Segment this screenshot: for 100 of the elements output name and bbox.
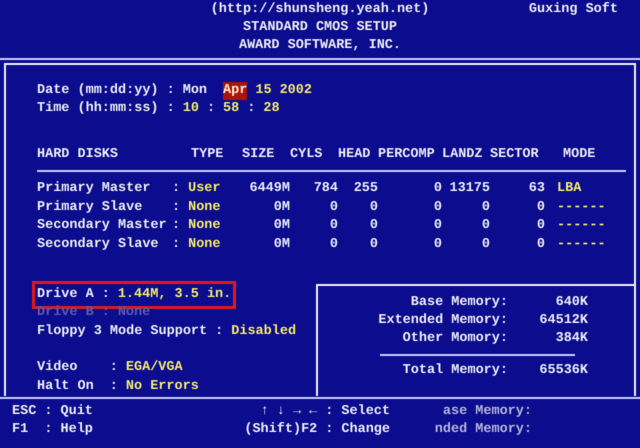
key-name: ↑ ↓ → ← bbox=[260, 403, 318, 421]
time-separator: : bbox=[247, 100, 256, 118]
date-field[interactable]: 15 bbox=[255, 82, 272, 100]
memory-label: Extended Memory: bbox=[378, 312, 508, 328]
setting-label: Drive B bbox=[37, 304, 94, 322]
ghost-text: ase Memory: bbox=[442, 403, 532, 421]
table-cell: 0M bbox=[274, 236, 290, 252]
setting-label: Video bbox=[37, 359, 79, 377]
disk-mode: ------ bbox=[557, 218, 606, 233]
setting-value[interactable]: No Errors bbox=[126, 378, 199, 396]
setting-label: Halt On bbox=[37, 378, 95, 396]
disk-type[interactable]: None bbox=[188, 217, 221, 236]
time-label: Time (hh:mm:ss) : bbox=[37, 100, 175, 118]
table-cell: 63 bbox=[528, 181, 545, 196]
column-header: PERCOMP bbox=[378, 147, 435, 162]
table-cell: 13175 bbox=[449, 181, 490, 196]
key-name: F1 bbox=[12, 421, 30, 439]
colon-text: : bbox=[172, 198, 180, 216]
disk-mode: LBA bbox=[557, 181, 582, 196]
table-cell: 0 bbox=[536, 200, 545, 214]
table-cell: 784 bbox=[314, 181, 338, 196]
table-cell: 0 bbox=[482, 200, 490, 214]
disk-type[interactable]: None bbox=[188, 236, 221, 254]
column-header: HARD DISKS bbox=[37, 147, 118, 162]
colon-text: : bbox=[102, 286, 110, 304]
date-field[interactable]: Apr bbox=[223, 82, 248, 100]
setting-value[interactable]: EGA/VGA bbox=[126, 359, 183, 378]
memory-label: Other Momory: bbox=[402, 330, 508, 346]
column-header: TYPE bbox=[190, 147, 224, 162]
disk-name: Secondary Slave bbox=[37, 236, 159, 252]
colon-text: : bbox=[110, 359, 118, 377]
colon-text: : bbox=[44, 421, 52, 439]
memory-label: Total Memory: bbox=[402, 362, 508, 378]
colon-text: : bbox=[102, 304, 110, 322]
table-cell: 0 bbox=[330, 200, 338, 214]
table-cell: 0 bbox=[434, 218, 442, 233]
setting-value[interactable]: 1.44M, 3.5 in. bbox=[118, 286, 232, 304]
screen-title: STANDARD CMOS SETUP bbox=[242, 19, 398, 37]
date-label: Date (mm:dd:yy) : bbox=[37, 82, 175, 100]
column-header: LANDZ bbox=[442, 147, 483, 162]
colon-text: : bbox=[325, 421, 334, 439]
disk-mode: ------ bbox=[557, 200, 606, 214]
date-field[interactable]: 2002 bbox=[280, 82, 312, 100]
disk-type[interactable]: User bbox=[188, 180, 221, 198]
time-field[interactable]: 58 bbox=[223, 100, 240, 118]
table-cell: 0 bbox=[434, 200, 442, 214]
column-header: MODE bbox=[562, 147, 596, 162]
disk-name: Secondary Master bbox=[37, 218, 167, 233]
colon-text: : bbox=[325, 403, 334, 421]
ghost-text: nded Memory: bbox=[434, 421, 532, 439]
table-cell: 0 bbox=[370, 236, 378, 252]
disk-name: Primary Slave bbox=[37, 200, 142, 214]
column-header: SIZE bbox=[242, 147, 274, 162]
setting-value[interactable]: Disabled bbox=[231, 322, 296, 341]
disk-mode: ------ bbox=[557, 236, 606, 252]
table-cell: 0 bbox=[330, 236, 338, 252]
table-cell: 0 bbox=[434, 236, 442, 252]
company-name: AWARD SOFTWARE, INC. bbox=[238, 37, 402, 55]
time-field[interactable]: 10 bbox=[182, 100, 199, 118]
memory-value: 65536K bbox=[539, 362, 588, 378]
colon-text: : bbox=[110, 378, 118, 396]
table-cell: 0M bbox=[274, 218, 290, 233]
key-name: (Shift)F2 bbox=[244, 421, 318, 439]
brand-text: Guxing Soft bbox=[528, 1, 618, 19]
column-header: CYLS bbox=[290, 147, 322, 162]
memory-label: Base Memory: bbox=[410, 294, 508, 310]
table-cell: 0 bbox=[482, 236, 490, 252]
memory-value: 640K bbox=[556, 294, 588, 310]
disk-name: Primary Master bbox=[37, 181, 150, 196]
table-cell: 255 bbox=[354, 181, 378, 196]
colon-text: : bbox=[172, 236, 180, 254]
column-header: HEAD bbox=[338, 147, 370, 162]
colon-text: : bbox=[215, 322, 224, 340]
key-action: Help bbox=[60, 421, 93, 439]
setting-label: Drive A bbox=[37, 286, 94, 304]
key-action: Quit bbox=[60, 403, 93, 421]
colon-text: : bbox=[172, 180, 180, 198]
table-cell: 0 bbox=[536, 236, 545, 252]
table-cell: 0 bbox=[330, 218, 338, 233]
setting-label: Floppy 3 Mode Support bbox=[37, 322, 208, 340]
table-cell: 6449M bbox=[249, 181, 290, 196]
table-cell: 0 bbox=[370, 200, 378, 214]
colon-text: : bbox=[44, 403, 52, 421]
time-separator: : bbox=[206, 100, 216, 118]
header-url: (http://shunsheng.yeah.net) bbox=[210, 2, 430, 17]
table-cell: 0 bbox=[434, 181, 442, 196]
date-weekday: Mon bbox=[182, 82, 208, 100]
column-header: SECTOR bbox=[490, 147, 539, 162]
key-action: Change bbox=[341, 421, 390, 439]
colon-text: : bbox=[172, 217, 180, 235]
table-cell: 0 bbox=[482, 218, 490, 233]
memory-value: 64512K bbox=[539, 312, 588, 328]
key-name: ESC bbox=[12, 403, 38, 421]
memory-value: 384K bbox=[556, 330, 588, 346]
table-cell: 0M bbox=[274, 200, 290, 214]
table-cell: 0 bbox=[370, 218, 378, 233]
disk-type[interactable]: None bbox=[188, 198, 221, 217]
time-field[interactable]: 28 bbox=[263, 100, 280, 118]
table-cell: 0 bbox=[536, 218, 545, 233]
key-action: Select bbox=[341, 403, 390, 421]
